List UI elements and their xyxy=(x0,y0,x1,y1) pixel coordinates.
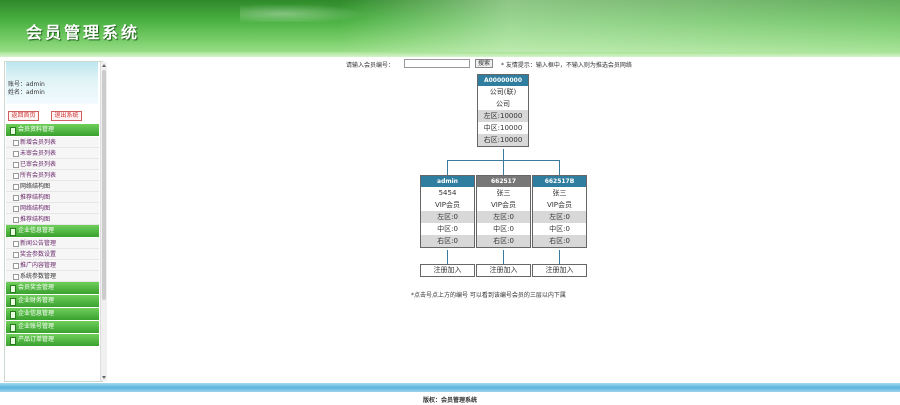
child-name: 张三 xyxy=(477,187,530,199)
tree-root-node: A00000000 公司(联) 公司 左区:10000 中区:10000 右区:… xyxy=(477,74,529,147)
menu-group-enterprise-info-2[interactable]: 企业信息管理 xyxy=(6,308,99,320)
app-title: 会员管理系统 xyxy=(26,23,141,42)
register-button[interactable]: 注册加入 xyxy=(532,264,587,277)
tree-note: *点击号点上方的编号 可以看到该编号会员的三层以内下属 xyxy=(411,292,566,299)
root-left: 左区:10000 xyxy=(478,110,528,122)
scroll-up-icon[interactable] xyxy=(102,64,106,67)
sidebar: 账号：admin 姓名：admin 返回首页 退出系统 会员资料管理 新增会员列… xyxy=(4,61,107,382)
child-left: 左区:0 xyxy=(477,211,530,223)
root-level: 公司 xyxy=(478,98,528,110)
menu-item-all-members[interactable]: 所有会员列表 xyxy=(6,170,99,181)
search-tip: * 友情提示：输入框中，不输入则为推选会员网络 xyxy=(501,62,632,69)
child-right: 右区:0 xyxy=(421,235,474,247)
footer-bar xyxy=(0,383,900,392)
child-name: 5454 xyxy=(421,187,474,199)
scroll-down-icon[interactable] xyxy=(102,376,106,379)
menu-item-promo[interactable]: 推广内容管理 xyxy=(6,260,99,271)
sidebar-menu: 会员资料管理 新增会员列表 未审会员列表 已审会员列表 所有会员列表 网络结构图… xyxy=(6,124,99,347)
menu-item-approved[interactable]: 已审会员列表 xyxy=(6,159,99,170)
header-bottom-bar xyxy=(0,52,900,57)
menu-group-bonus[interactable]: 会员奖金管理 xyxy=(6,282,99,294)
menu-item-network-graph[interactable]: 网络结构图 xyxy=(6,181,99,192)
connector-reg-1 xyxy=(447,250,448,264)
menu-item-referral-graph[interactable]: 推荐结构图 xyxy=(6,192,99,203)
search-label: 请输入会员编号： xyxy=(346,62,395,69)
search-button[interactable]: 搜索 xyxy=(475,59,493,68)
child-id[interactable]: admin xyxy=(421,176,474,187)
child-level: VIP会员 xyxy=(477,199,530,211)
user-info-box: 账号：admin 姓名：admin xyxy=(6,62,98,104)
connector-child-3 xyxy=(559,160,560,175)
child-mid: 中区:0 xyxy=(533,223,586,235)
menu-group-accounts[interactable]: 企业账号管理 xyxy=(6,321,99,333)
child-name: 张三 xyxy=(533,187,586,199)
child-id[interactable]: 662517B xyxy=(533,176,586,187)
child-left: 左区:0 xyxy=(421,211,474,223)
tree-child-node: 662517B 张三 VIP会员 左区:0 中区:0 右区:0 xyxy=(532,175,587,248)
user-name: 姓名：admin xyxy=(8,89,45,96)
tree-child-node: admin 5454 VIP会员 左区:0 中区:0 右区:0 xyxy=(420,175,475,248)
register-button[interactable]: 注册加入 xyxy=(476,264,531,277)
root-mid: 中区:10000 xyxy=(478,122,528,134)
child-level: VIP会员 xyxy=(421,199,474,211)
menu-item-new-members[interactable]: 新增会员列表 xyxy=(6,137,99,148)
sidebar-scrollbar[interactable] xyxy=(100,62,107,381)
child-right: 右区:0 xyxy=(533,235,586,247)
root-id[interactable]: A00000000 xyxy=(478,75,528,86)
logout-button[interactable]: 退出系统 xyxy=(51,111,82,121)
child-id[interactable]: 662517 xyxy=(477,176,530,187)
menu-item-referral-graph-2[interactable]: 推荐结构图 xyxy=(6,214,99,225)
child-mid: 中区:0 xyxy=(477,223,530,235)
connector-reg-2 xyxy=(503,250,504,264)
child-level: VIP会员 xyxy=(533,199,586,211)
menu-item-unapproved[interactable]: 未审会员列表 xyxy=(6,148,99,159)
footer-copyright: 版权：会员管理系统 xyxy=(422,397,477,404)
menu-item-system-params[interactable]: 系统参数管理 xyxy=(6,271,99,282)
header-banner: 会员管理系统 xyxy=(0,0,900,57)
connector-reg-3 xyxy=(559,250,560,264)
menu-item-network-graph-2[interactable]: 网络结构图 xyxy=(6,203,99,214)
header-highlight xyxy=(340,0,900,57)
register-button[interactable]: 注册加入 xyxy=(420,264,475,277)
menu-group-orders[interactable]: 产品订单管理 xyxy=(6,334,99,346)
menu-item-bonus-params[interactable]: 奖金参数设置 xyxy=(6,249,99,260)
scroll-thumb[interactable] xyxy=(102,70,106,300)
menu-group-enterprise-info[interactable]: 企业信息管理 xyxy=(6,225,99,237)
home-button[interactable]: 返回首页 xyxy=(8,111,39,121)
member-id-input[interactable] xyxy=(404,59,470,68)
root-right: 右区:10000 xyxy=(478,134,528,146)
child-left: 左区:0 xyxy=(533,211,586,223)
child-right: 右区:0 xyxy=(477,235,530,247)
menu-item-news[interactable]: 新闻公告管理 xyxy=(6,238,99,249)
connector-child-1 xyxy=(447,160,448,175)
search-bar: 请输入会员编号： 搜索 * 友情提示：输入框中，不输入则为推选会员网络 xyxy=(346,59,676,69)
menu-group-finance[interactable]: 企业财务管理 xyxy=(6,295,99,307)
connector-child-2 xyxy=(503,160,504,175)
root-name: 公司(联) xyxy=(478,86,528,98)
tree-child-node: 662517 张三 VIP会员 左区:0 中区:0 右区:0 xyxy=(476,175,531,248)
child-mid: 中区:0 xyxy=(421,223,474,235)
menu-group-member[interactable]: 会员资料管理 xyxy=(6,124,99,136)
